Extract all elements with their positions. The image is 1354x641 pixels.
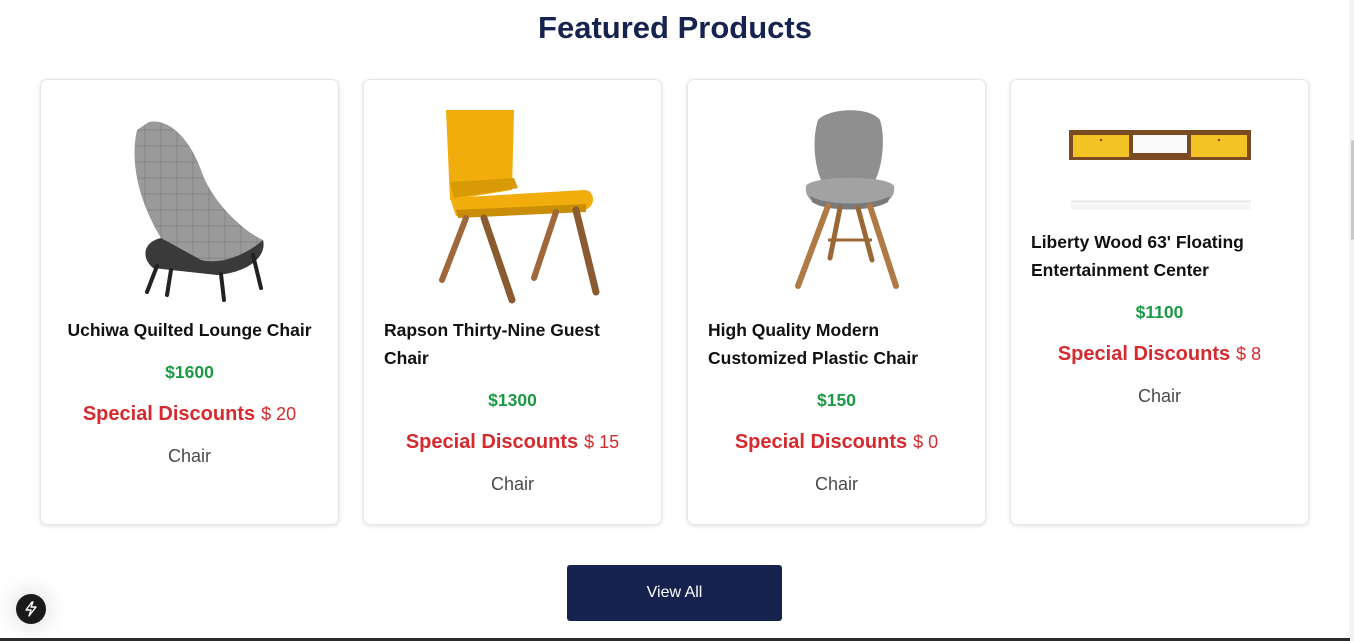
- product-price: $1300: [488, 390, 537, 410]
- product-name[interactable]: Liberty Wood 63' Floating Entertainment …: [1011, 228, 1308, 284]
- product-category: Chair: [1137, 386, 1181, 406]
- product-price: $1100: [1135, 302, 1184, 322]
- product-card[interactable]: Uchiwa Quilted Lounge Chair $1600 Specia…: [40, 79, 339, 525]
- product-name[interactable]: Rapson Thirty-Nine Guest Chair: [364, 316, 661, 372]
- product-card[interactable]: Rapson Thirty-Nine Guest Chair $1300 Spe…: [363, 79, 662, 525]
- discount-row: Special Discounts $ 0: [688, 428, 985, 458]
- discount-row: Special Discounts $ 15: [364, 428, 661, 458]
- discount-row: Special Discounts $ 8: [1011, 340, 1308, 370]
- product-category: Chair: [814, 474, 858, 494]
- product-category: Chair: [167, 446, 211, 466]
- discount-amount: $ 15: [584, 432, 620, 452]
- section-title: Featured Products: [538, 10, 812, 45]
- product-price: $150: [817, 390, 856, 410]
- yellow-guest-chair-image[interactable]: [364, 90, 661, 312]
- discount-amount: $ 20: [261, 404, 297, 424]
- discount-label: Special Discounts: [734, 431, 908, 453]
- view-all-button[interactable]: View All: [567, 565, 782, 621]
- entertainment-center-image[interactable]: [1011, 90, 1308, 220]
- lounge-chair-image[interactable]: [41, 90, 338, 312]
- product-card[interactable]: High Quality Modern Customized Plastic C…: [687, 79, 986, 525]
- product-card[interactable]: Liberty Wood 63' Floating Entertainment …: [1010, 79, 1309, 525]
- product-grid: Uchiwa Quilted Lounge Chair $1600 Specia…: [40, 79, 1310, 525]
- discount-row: Special Discounts $ 20: [41, 400, 338, 430]
- discount-amount: $ 8: [1236, 344, 1262, 364]
- scrollbar[interactable]: [1349, 0, 1354, 641]
- discount-label: Special Discounts: [1057, 343, 1231, 365]
- discount-amount: $ 0: [913, 432, 939, 452]
- product-name[interactable]: High Quality Modern Customized Plastic C…: [688, 316, 985, 372]
- discount-label: Special Discounts: [82, 403, 256, 425]
- lightning-icon[interactable]: [16, 594, 46, 624]
- product-price: $1600: [165, 362, 214, 382]
- product-category: Chair: [490, 474, 534, 494]
- discount-label: Special Discounts: [405, 431, 579, 453]
- product-name[interactable]: Uchiwa Quilted Lounge Chair: [41, 316, 338, 344]
- plastic-chair-image[interactable]: [688, 90, 985, 312]
